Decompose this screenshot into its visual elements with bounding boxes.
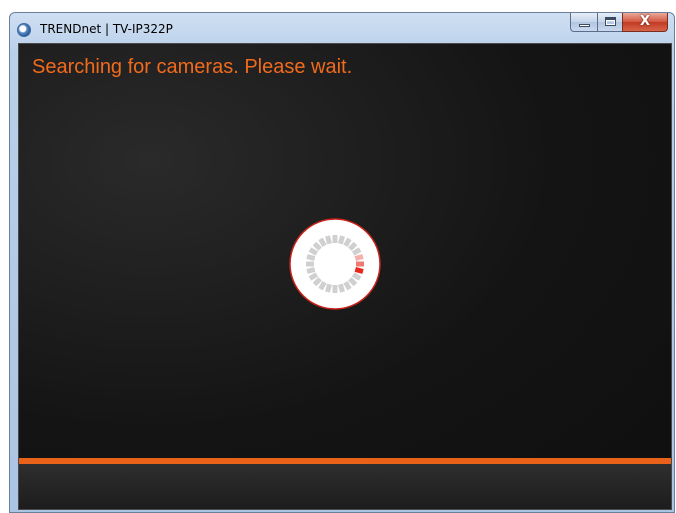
spinner-segment <box>338 235 345 245</box>
title-bar[interactable]: TRENDnet | TV-IP322P X <box>10 13 674 43</box>
minimize-button[interactable] <box>570 13 597 32</box>
maximize-icon <box>605 17 616 26</box>
spinner-segment <box>318 237 327 248</box>
spinner-segment <box>318 280 327 291</box>
spinner-segment <box>354 254 364 261</box>
spinner-segment <box>351 272 362 281</box>
spinner-disc <box>289 218 381 310</box>
close-icon: X <box>639 14 651 29</box>
spinner-segment <box>325 235 332 245</box>
maximize-button[interactable] <box>597 13 622 32</box>
spinner-segment <box>325 283 332 293</box>
spinner-segment <box>343 280 352 291</box>
footer-panel <box>19 464 671 509</box>
spinner-segment <box>308 247 319 256</box>
caption-buttons: X <box>570 13 668 33</box>
spinner-segment <box>308 272 319 281</box>
loading-spinner <box>289 218 381 310</box>
spinner-segment <box>354 267 364 274</box>
close-button[interactable]: X <box>622 13 668 32</box>
spinner-segment <box>351 247 362 256</box>
window-title: TRENDnet | TV-IP322P <box>40 22 173 36</box>
spinner-segment <box>306 254 316 261</box>
app-window: TRENDnet | TV-IP322P X Searching for cam… <box>9 12 675 513</box>
minimize-icon <box>579 24 590 27</box>
spinner-segment <box>343 237 352 248</box>
status-message: Searching for cameras. Please wait. <box>32 56 353 78</box>
spinner-segment <box>306 267 316 274</box>
trendnet-app-icon[interactable] <box>17 23 31 37</box>
spinner-segment <box>338 283 345 293</box>
camera-search-panel: Searching for cameras. Please wait. <box>18 43 672 510</box>
loading-spinner-icon <box>289 218 381 310</box>
